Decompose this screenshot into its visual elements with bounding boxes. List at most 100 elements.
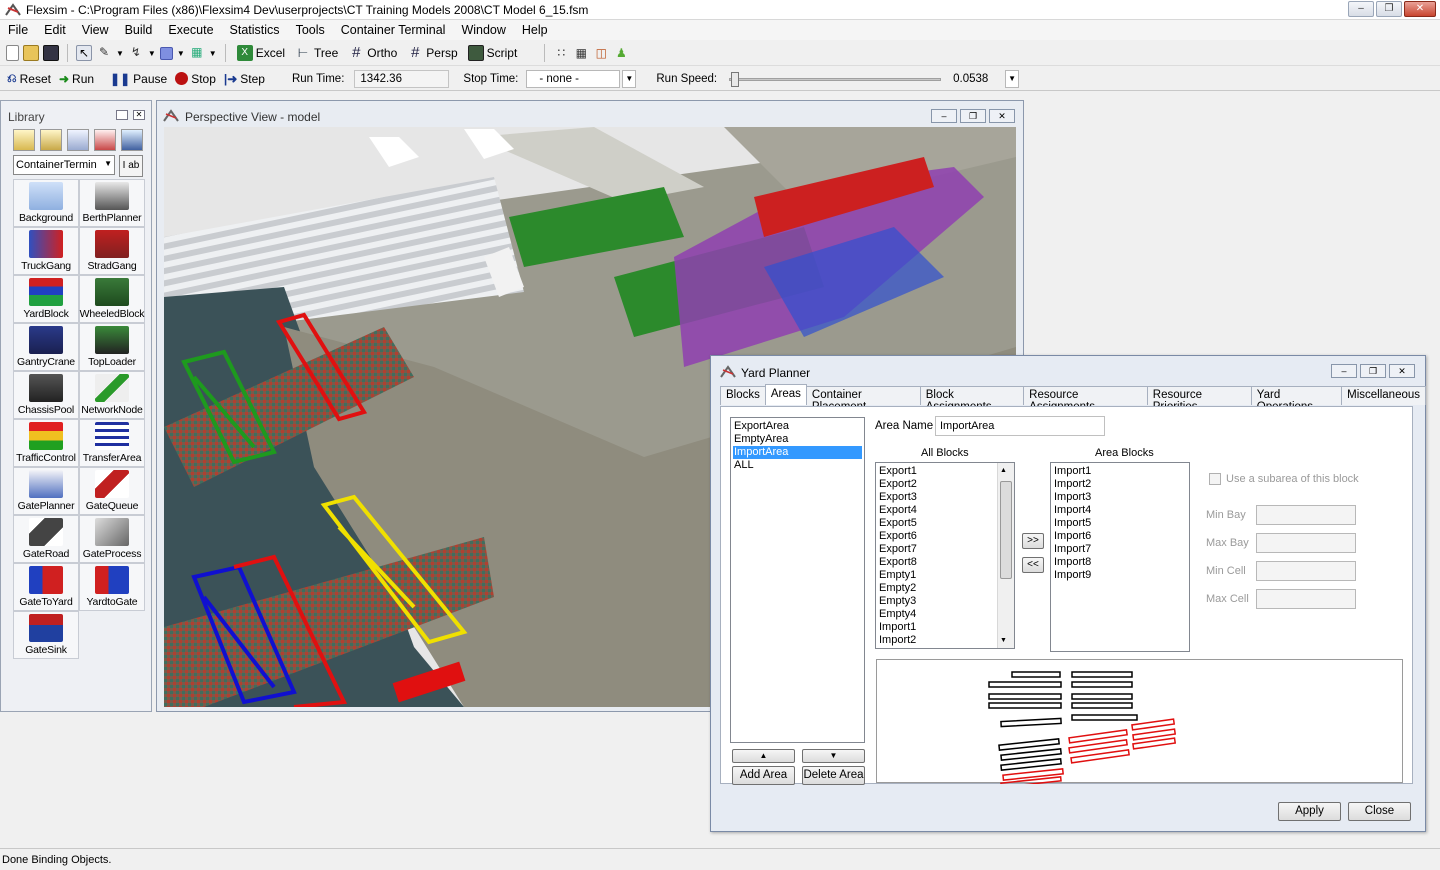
- yard-close-x-button[interactable]: ✕: [1389, 364, 1415, 378]
- library-item-chassis-pool[interactable]: ChassisPool: [13, 371, 79, 419]
- list-item[interactable]: Export3: [878, 491, 996, 504]
- yard-minimize-button[interactable]: –: [1331, 364, 1357, 378]
- list-item[interactable]: ALL: [733, 459, 862, 472]
- slider-thumb[interactable]: [731, 71, 740, 87]
- all-blocks-scrollbar[interactable]: ▲ ▼: [997, 463, 1014, 648]
- close-button[interactable]: ✕: [1404, 1, 1436, 17]
- library-item-wheeled-block[interactable]: WheeledBlock: [79, 275, 145, 323]
- list-item[interactable]: ExportArea: [733, 420, 862, 433]
- menu-window[interactable]: Window: [453, 23, 513, 37]
- library-item-truck-gang[interactable]: TruckGang: [13, 227, 79, 275]
- library-dropdown[interactable]: ContainerTermin ▼: [13, 155, 115, 175]
- list-item[interactable]: Export6: [878, 530, 996, 543]
- chevron-down-icon[interactable]: ▼: [209, 49, 217, 58]
- library-item-traffic-control[interactable]: TrafficControl: [13, 419, 79, 467]
- library-tool-4-icon[interactable]: [94, 129, 116, 151]
- save-icon[interactable]: [43, 45, 59, 61]
- list-item[interactable]: Export5: [878, 517, 996, 530]
- run-speed-slider[interactable]: [729, 70, 942, 88]
- list-item[interactable]: Import9: [1053, 569, 1187, 582]
- list-item[interactable]: Empty4: [878, 608, 996, 621]
- library-item-yard-to-gate[interactable]: YardtoGate: [79, 563, 145, 611]
- list-item[interactable]: Import2: [878, 634, 996, 647]
- delete-area-button[interactable]: Delete Area: [802, 766, 865, 785]
- list-item[interactable]: Import8: [1053, 556, 1187, 569]
- list-item[interactable]: Import7: [1053, 543, 1187, 556]
- tab-miscellaneous[interactable]: Miscellaneous: [1341, 386, 1427, 405]
- minimize-button[interactable]: –: [1348, 1, 1374, 17]
- perspective-minimize-button[interactable]: –: [931, 109, 957, 123]
- yard-maximize-button[interactable]: ❐: [1360, 364, 1386, 378]
- library-tool-3-icon[interactable]: [67, 129, 89, 151]
- plugin-icon[interactable]: ♟: [613, 45, 629, 61]
- library-item-gate-sink[interactable]: GateSink: [13, 611, 79, 659]
- library-item-transfer-area[interactable]: TransferArea: [79, 419, 145, 467]
- menu-help[interactable]: Help: [514, 23, 556, 37]
- stop-time-input[interactable]: - none -: [526, 69, 621, 88]
- tree-button[interactable]: ⊢ Tree: [292, 43, 341, 63]
- list-item[interactable]: Import1: [1053, 465, 1187, 478]
- area-list[interactable]: ExportArea EmptyArea ImportArea ALL: [730, 417, 865, 743]
- step-button[interactable]: |➜ Step: [221, 69, 268, 89]
- open-folder-icon[interactable]: [23, 45, 39, 61]
- disconnect-tool-icon[interactable]: ↯: [128, 45, 144, 61]
- pointer-icon[interactable]: ↖: [76, 45, 92, 61]
- tab-resource-assignments[interactable]: Resource Assignments: [1023, 386, 1148, 413]
- library-minimize-button[interactable]: [116, 110, 128, 120]
- library-item-top-loader[interactable]: TopLoader: [79, 323, 145, 371]
- table-icon[interactable]: ▦: [573, 45, 589, 61]
- library-item-network-node[interactable]: NetworkNode: [79, 371, 145, 419]
- menu-statistics[interactable]: Statistics: [222, 23, 288, 37]
- list-item[interactable]: Import1: [878, 621, 996, 634]
- list-item[interactable]: Export8: [878, 556, 996, 569]
- tab-blocks[interactable]: Blocks: [720, 386, 766, 405]
- scrollbar-thumb[interactable]: [1000, 481, 1012, 579]
- library-item-strad-gang[interactable]: StradGang: [79, 227, 145, 275]
- menu-tools[interactable]: Tools: [288, 23, 333, 37]
- move-area-down-button[interactable]: ▼: [802, 749, 865, 763]
- subarea-checkbox-row[interactable]: Use a subarea of this block: [1209, 473, 1359, 485]
- library-item-gate-to-yard[interactable]: GateToYard: [13, 563, 79, 611]
- tab-container-placement[interactable]: Container Placement: [805, 386, 921, 413]
- menu-view[interactable]: View: [74, 23, 117, 37]
- list-item-selected[interactable]: ImportArea: [733, 446, 862, 459]
- chevron-down-icon[interactable]: ▼: [148, 49, 156, 58]
- connect-tool-icon[interactable]: ✎: [96, 45, 112, 61]
- add-area-button[interactable]: Add Area: [732, 766, 795, 785]
- new-file-icon[interactable]: [6, 45, 19, 61]
- remove-block-button[interactable]: <<: [1022, 557, 1044, 573]
- statistics-icon[interactable]: ◫: [593, 45, 609, 61]
- color-swatch-icon[interactable]: [159, 46, 173, 60]
- library-close-button[interactable]: ✕: [133, 110, 145, 120]
- tab-block-assignments[interactable]: Block Assignments: [919, 386, 1025, 413]
- library-item-yard-block[interactable]: YardBlock: [13, 275, 79, 323]
- library-item-gate-planner[interactable]: GatePlanner: [13, 467, 79, 515]
- chevron-down-icon[interactable]: ▼: [116, 49, 124, 58]
- list-item[interactable]: Import4: [1053, 504, 1187, 517]
- scroll-down-arrow-icon[interactable]: ▼: [1000, 637, 1007, 644]
- run-button[interactable]: ➜ Run: [56, 69, 97, 89]
- list-item[interactable]: Export4: [878, 504, 996, 517]
- add-block-button[interactable]: >>: [1022, 533, 1044, 549]
- list-item[interactable]: Export2: [878, 478, 996, 491]
- library-item-gantry-crane[interactable]: GantryCrane: [13, 323, 79, 371]
- list-item[interactable]: Export7: [878, 543, 996, 556]
- script-button[interactable]: Script: [465, 43, 521, 63]
- menu-build[interactable]: Build: [117, 23, 161, 37]
- perspective-close-button[interactable]: ✕: [989, 109, 1015, 123]
- library-item-gate-queue[interactable]: GateQueue: [79, 467, 145, 515]
- persp-button[interactable]: # Persp: [404, 43, 460, 63]
- list-item[interactable]: Import2: [1053, 478, 1187, 491]
- ortho-button[interactable]: # Ortho: [345, 43, 400, 63]
- library-tool-5-icon[interactable]: [121, 129, 143, 151]
- apply-button[interactable]: Apply: [1278, 802, 1341, 821]
- list-item[interactable]: Empty3: [878, 595, 996, 608]
- library-tool-1-icon[interactable]: [13, 129, 35, 151]
- pause-button[interactable]: ❚❚ Pause: [107, 69, 170, 89]
- maximize-button[interactable]: ❐: [1376, 1, 1402, 17]
- library-tool-2-icon[interactable]: [40, 129, 62, 151]
- close-dialog-button[interactable]: Close: [1348, 802, 1411, 821]
- reset-button[interactable]: ⎌ Reset: [4, 69, 54, 89]
- library-item-berth-planner[interactable]: BerthPlanner: [79, 179, 145, 227]
- library-item-gate-road[interactable]: GateRoad: [13, 515, 79, 563]
